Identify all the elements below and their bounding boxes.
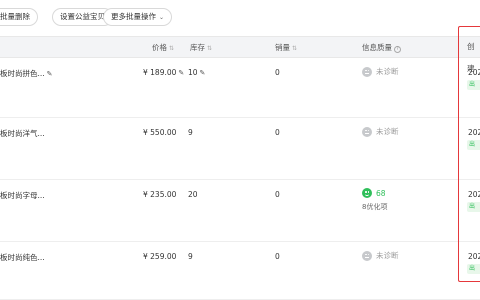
quality-status: 未诊断 bbox=[362, 66, 399, 77]
quality-text: 未诊断 bbox=[376, 67, 399, 76]
table-header: 价格 ⇅ 库存 ⇅ 销量 ⇅ 信息质量? bbox=[0, 36, 480, 58]
stock-header-label: 库存 bbox=[190, 43, 205, 52]
quality-optimization-note[interactable]: 8优化项 bbox=[362, 202, 387, 212]
sales-column-header[interactable]: 销量 ⇅ bbox=[275, 37, 297, 59]
pencil-icon[interactable]: ✎ bbox=[47, 70, 53, 78]
pencil-icon[interactable]: ✎ bbox=[200, 69, 206, 77]
stock-value: 9 bbox=[188, 252, 193, 261]
quality-status[interactable]: 68 bbox=[362, 188, 386, 198]
table-row: 板时尚纯色... ¥ 259.00 9 0 未诊断 bbox=[0, 242, 480, 300]
chevron-down-icon: ⌄ bbox=[159, 14, 165, 21]
product-title[interactable]: 板时尚字母... bbox=[0, 190, 45, 201]
price-value: ¥ 550.00 bbox=[143, 128, 177, 137]
sort-icon[interactable]: ⇅ bbox=[207, 45, 212, 52]
quality-status: 未诊断 bbox=[362, 126, 399, 137]
sales-value: 0 bbox=[275, 128, 280, 137]
price-value: ¥ 259.00 bbox=[143, 252, 177, 261]
set-public-label: 设置公益宝贝 bbox=[60, 12, 105, 21]
price-value: ¥ 189.00 ✎ bbox=[143, 68, 184, 77]
more-batch-label: 更多批量操作 bbox=[111, 12, 156, 21]
quality-text: 未诊断 bbox=[376, 251, 399, 260]
face-icon bbox=[362, 250, 372, 261]
stock-value: 10 ✎ bbox=[188, 68, 205, 77]
batch-delete-button[interactable]: 批量删除 bbox=[0, 8, 38, 26]
price-text: ¥ 189.00 bbox=[143, 68, 177, 77]
smile-face-icon bbox=[362, 188, 372, 198]
pencil-icon[interactable]: ✎ bbox=[178, 69, 184, 77]
sort-icon[interactable]: ⇅ bbox=[169, 45, 174, 52]
sales-value: 0 bbox=[275, 190, 280, 199]
table-row: 板时尚拼色... ✎ ¥ 189.00 ✎ 10 ✎ 0 未诊断 bbox=[0, 58, 480, 118]
sales-header-label: 销量 bbox=[275, 43, 290, 52]
price-column-header[interactable]: 价格 ⇅ bbox=[152, 37, 174, 59]
sales-value: 0 bbox=[275, 252, 280, 261]
stock-value: 20 bbox=[188, 190, 198, 199]
table-row: 板时尚字母... ¥ 235.00 20 0 68 8优化项 bbox=[0, 180, 480, 242]
stock-column-header[interactable]: 库存 ⇅ bbox=[190, 37, 212, 59]
more-batch-actions-dropdown[interactable]: 更多批量操作 ⌄ bbox=[103, 8, 173, 26]
sort-icon[interactable]: ⇅ bbox=[292, 45, 297, 52]
product-title-text: 板时尚拼色... bbox=[0, 69, 45, 78]
quality-text: 未诊断 bbox=[376, 127, 399, 136]
quality-status: 未诊断 bbox=[362, 250, 399, 261]
table-row: 板时尚洋气... ¥ 550.00 9 0 未诊断 bbox=[0, 118, 480, 180]
stock-text: 10 bbox=[188, 68, 198, 77]
batch-toolbar: 批量删除 设置公益宝贝 更多批量操作 ⌄ bbox=[0, 0, 480, 36]
price-header-label: 价格 bbox=[152, 43, 167, 52]
quality-column-header: 信息质量? bbox=[362, 37, 401, 59]
quality-score: 68 bbox=[376, 188, 386, 198]
quality-header-label: 信息质量 bbox=[362, 43, 392, 52]
question-icon[interactable]: ? bbox=[394, 46, 401, 53]
batch-delete-label: 批量删除 bbox=[0, 12, 30, 21]
highlight-box bbox=[458, 26, 480, 282]
product-title[interactable]: 板时尚洋气... bbox=[0, 128, 45, 139]
face-icon bbox=[362, 66, 372, 77]
price-value: ¥ 235.00 bbox=[143, 190, 177, 199]
product-title[interactable]: 板时尚纯色... bbox=[0, 252, 45, 263]
face-icon bbox=[362, 126, 372, 137]
sales-value: 0 bbox=[275, 68, 280, 77]
stock-value: 9 bbox=[188, 128, 193, 137]
product-title[interactable]: 板时尚拼色... ✎ bbox=[0, 68, 53, 79]
